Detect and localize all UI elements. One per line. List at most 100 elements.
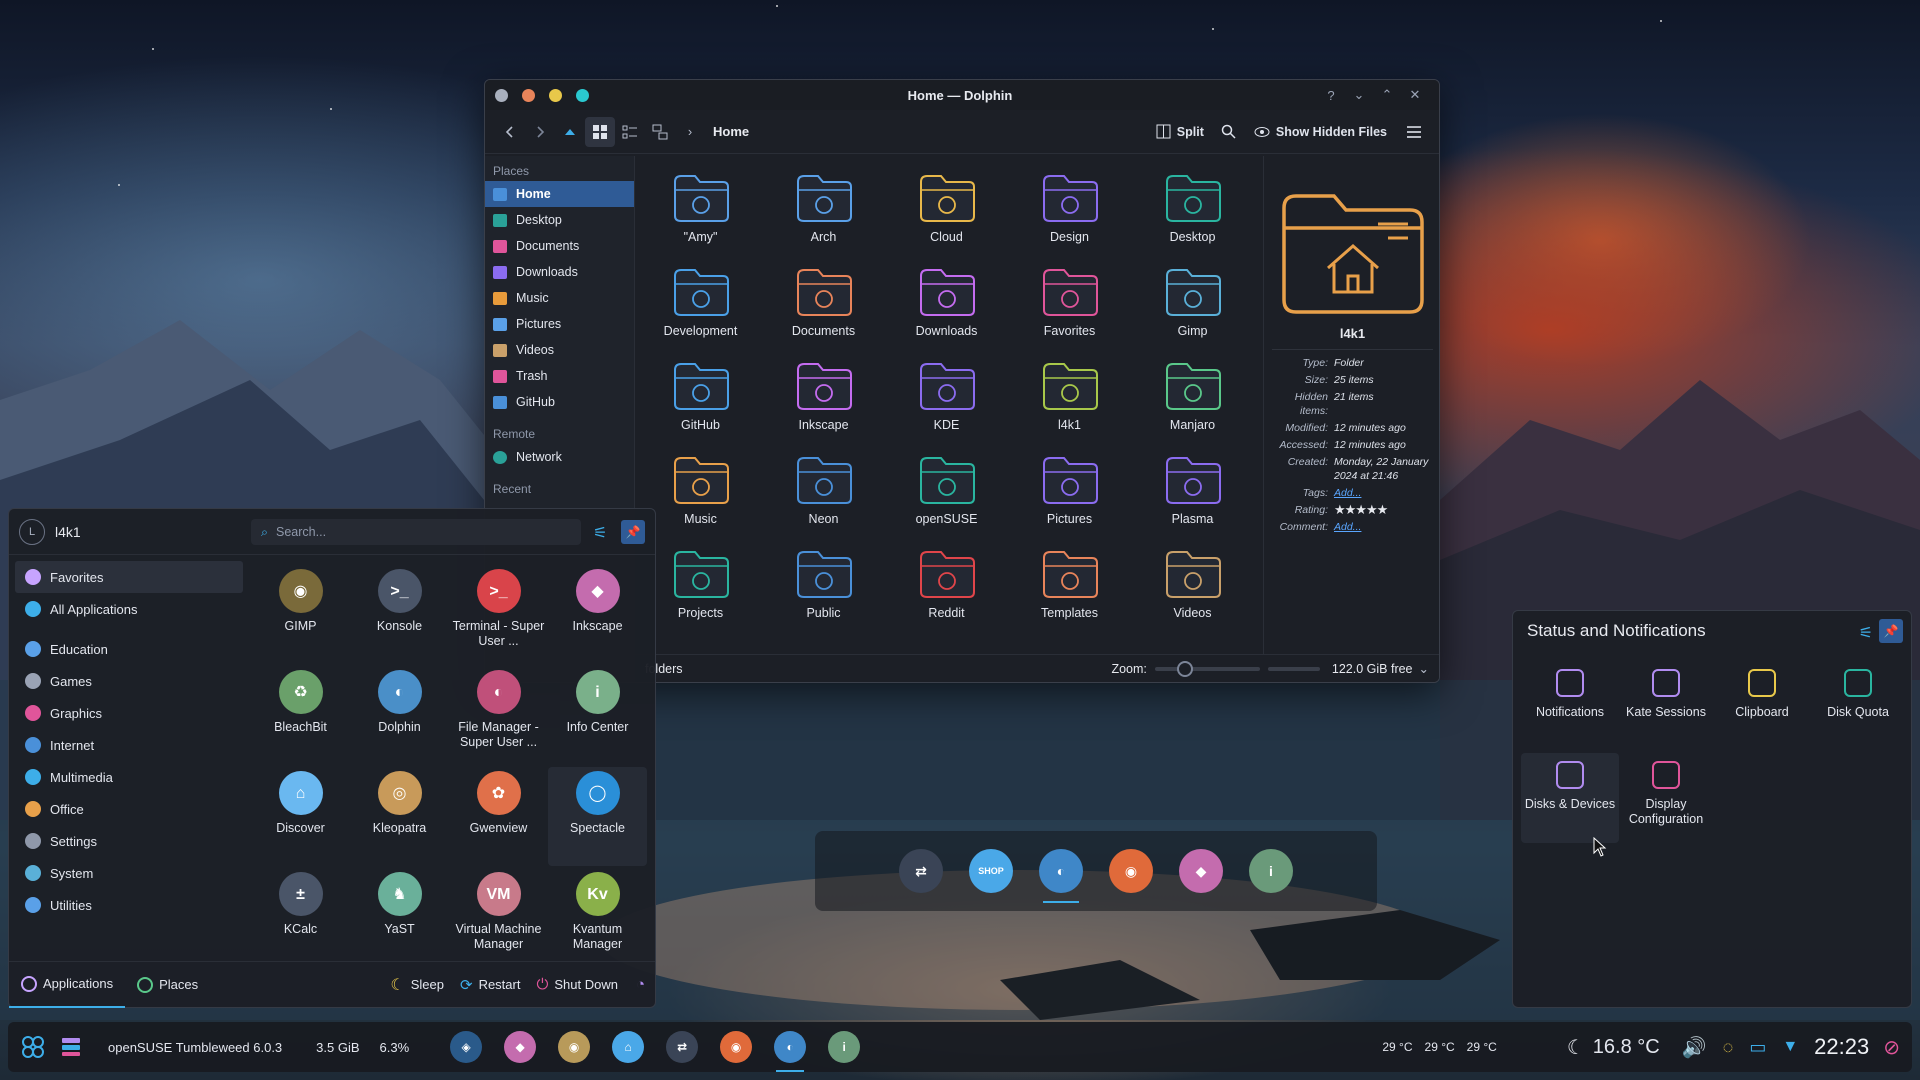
category-item[interactable]: Settings bbox=[15, 825, 243, 857]
folder-item[interactable]: Neon bbox=[762, 452, 885, 536]
app-item[interactable]: >_ Terminal - Super User ... bbox=[449, 565, 548, 664]
pin-icon[interactable]: 📌 bbox=[621, 520, 645, 544]
inkscape-task-icon[interactable]: ◆ bbox=[504, 1031, 537, 1063]
show-hidden-files-button[interactable]: Show Hidden Files bbox=[1254, 125, 1387, 139]
up-button[interactable] bbox=[555, 117, 585, 147]
volume-icon[interactable]: 🔊 bbox=[1682, 1035, 1707, 1060]
app-item[interactable]: Kv Kvantum Manager bbox=[548, 868, 647, 967]
app-item[interactable]: ◯ Spectacle bbox=[548, 767, 647, 866]
info-task-icon[interactable]: i bbox=[828, 1031, 861, 1063]
clock[interactable]: 22:23 bbox=[1814, 1034, 1869, 1060]
tray-item[interactable]: Notifications bbox=[1521, 661, 1619, 751]
pin-icon[interactable]: 📌 bbox=[1879, 619, 1903, 643]
category-item[interactable]: Office bbox=[15, 793, 243, 825]
place-item[interactable]: Downloads bbox=[485, 259, 634, 285]
app-item[interactable]: >_ Konsole bbox=[350, 565, 449, 664]
add-tags-link[interactable]: Add... bbox=[1334, 486, 1439, 500]
tab-places[interactable]: Places bbox=[125, 962, 210, 1008]
folder-item[interactable]: Music bbox=[639, 452, 762, 536]
app-item[interactable]: i Info Center bbox=[548, 666, 647, 765]
folder-item[interactable]: openSUSE bbox=[885, 452, 1008, 536]
discover-task-icon[interactable]: ⌂ bbox=[612, 1031, 645, 1063]
folder-item[interactable]: Templates bbox=[1008, 546, 1131, 630]
place-item[interactable]: Home bbox=[485, 181, 634, 207]
category-item[interactable]: System bbox=[15, 857, 243, 889]
maximize-dot-icon[interactable] bbox=[576, 88, 589, 102]
folder-item[interactable]: Pictures bbox=[1008, 452, 1131, 536]
app-item[interactable]: ◐ Dolphin bbox=[350, 666, 449, 765]
folder-item[interactable]: Inkscape bbox=[762, 358, 885, 442]
kde-connect-icon[interactable]: ◌ bbox=[1723, 1037, 1734, 1058]
configure-icon[interactable]: ⚟ bbox=[593, 523, 607, 543]
app-item[interactable]: ◉ GIMP bbox=[251, 565, 350, 664]
back-button[interactable] bbox=[495, 117, 525, 147]
app-item[interactable]: ♞ YaST bbox=[350, 868, 449, 967]
tray-item[interactable]: Disks & Devices bbox=[1521, 753, 1619, 843]
folder-item[interactable]: Arch bbox=[762, 170, 885, 254]
folder-item[interactable]: GitHub bbox=[639, 358, 762, 442]
category-item[interactable]: Education bbox=[15, 633, 243, 665]
tray-item[interactable]: Kate Sessions bbox=[1617, 661, 1715, 751]
avatar[interactable]: L bbox=[19, 518, 45, 545]
dock-dolphin-icon[interactable]: ◐ bbox=[1039, 849, 1083, 903]
minimize-button[interactable]: ⌄ bbox=[1345, 87, 1373, 103]
launcher-button[interactable] bbox=[18, 1032, 48, 1062]
maximize-button[interactable]: ⌃ bbox=[1373, 87, 1401, 103]
app-item[interactable]: ◐ File Manager - Super User ... bbox=[449, 666, 548, 765]
folder-item[interactable]: Plasma bbox=[1131, 452, 1254, 536]
weather-moon-icon[interactable]: ☾ bbox=[1567, 1035, 1585, 1060]
close-button[interactable]: ✕ bbox=[1401, 87, 1429, 103]
folder-item[interactable]: l4k1 bbox=[1008, 358, 1131, 442]
configure-icon[interactable]: ⚟ bbox=[1859, 623, 1873, 643]
restart-button[interactable]: ⟳ Restart bbox=[452, 962, 528, 1008]
dock-firefox-icon[interactable]: ◉ bbox=[1109, 849, 1153, 893]
folder-item[interactable]: "Amy" bbox=[639, 170, 762, 254]
place-item[interactable]: Desktop bbox=[485, 207, 634, 233]
folder-item[interactable]: Documents bbox=[762, 264, 885, 348]
rating-stars[interactable]: ★★★★★ bbox=[1334, 503, 1439, 517]
overview-button[interactable] bbox=[56, 1032, 86, 1062]
category-item[interactable]: Favorites bbox=[15, 561, 243, 593]
place-item-network[interactable]: Network bbox=[485, 444, 634, 470]
place-item[interactable]: Music bbox=[485, 285, 634, 311]
tray-item[interactable]: Disk Quota bbox=[1809, 661, 1907, 751]
pin-dot-icon[interactable] bbox=[522, 88, 535, 102]
dock-info-center-icon[interactable]: i bbox=[1249, 849, 1293, 893]
dock-discover-icon[interactable]: SHOP bbox=[969, 849, 1013, 893]
power-icon[interactable]: ⊘ bbox=[1883, 1035, 1900, 1060]
compact-view-button[interactable] bbox=[615, 117, 645, 147]
shutdown-button[interactable]: ⏻ Shut Down bbox=[528, 962, 625, 1008]
tray-item[interactable]: Display Configuration bbox=[1617, 753, 1715, 843]
folder-item[interactable]: Desktop bbox=[1131, 170, 1254, 254]
zoom-slider-handle[interactable] bbox=[1176, 660, 1193, 677]
split-button[interactable]: Split bbox=[1156, 124, 1204, 139]
tab-applications[interactable]: Applications bbox=[9, 962, 126, 1008]
category-item[interactable]: Games bbox=[15, 665, 243, 697]
weather-temperature[interactable]: 16.8 °C bbox=[1593, 1036, 1660, 1059]
category-item[interactable]: Utilities bbox=[15, 889, 243, 921]
category-item[interactable]: All Applications bbox=[15, 593, 243, 625]
gimp-task-icon[interactable]: ◉ bbox=[558, 1031, 591, 1063]
app-item[interactable]: VM Virtual Machine Manager bbox=[449, 868, 548, 967]
hamburger-menu-button[interactable] bbox=[1399, 117, 1429, 147]
add-comment-link[interactable]: Add... bbox=[1334, 520, 1439, 534]
folder-item[interactable]: Design bbox=[1008, 170, 1131, 254]
folder-item[interactable]: KDE bbox=[885, 358, 1008, 442]
dock-konsole-icon[interactable]: ⇄ bbox=[899, 849, 943, 893]
app-item[interactable]: ◎ Kleopatra bbox=[350, 767, 449, 866]
folder-item[interactable]: Cloud bbox=[885, 170, 1008, 254]
app-item[interactable]: ◆ Inkscape bbox=[548, 565, 647, 664]
tray-expand-icon[interactable]: ▼ bbox=[1782, 1038, 1798, 1056]
leave-button[interactable]: ◔ bbox=[626, 962, 655, 1008]
place-item[interactable]: GitHub bbox=[485, 389, 634, 415]
chevron-down-icon[interactable]: ⌄ bbox=[1419, 661, 1429, 676]
firefox-task-icon[interactable]: ◉ bbox=[720, 1031, 753, 1063]
folder-item[interactable]: Projects bbox=[639, 546, 762, 630]
app-item[interactable]: ± KCalc bbox=[251, 868, 350, 967]
icons-view-button[interactable] bbox=[585, 116, 615, 147]
forward-button[interactable] bbox=[525, 117, 555, 147]
search-button[interactable] bbox=[1214, 117, 1244, 147]
folder-item[interactable]: Downloads bbox=[885, 264, 1008, 348]
place-item[interactable]: Documents bbox=[485, 233, 634, 259]
app-item[interactable]: ♻ BleachBit bbox=[251, 666, 350, 765]
